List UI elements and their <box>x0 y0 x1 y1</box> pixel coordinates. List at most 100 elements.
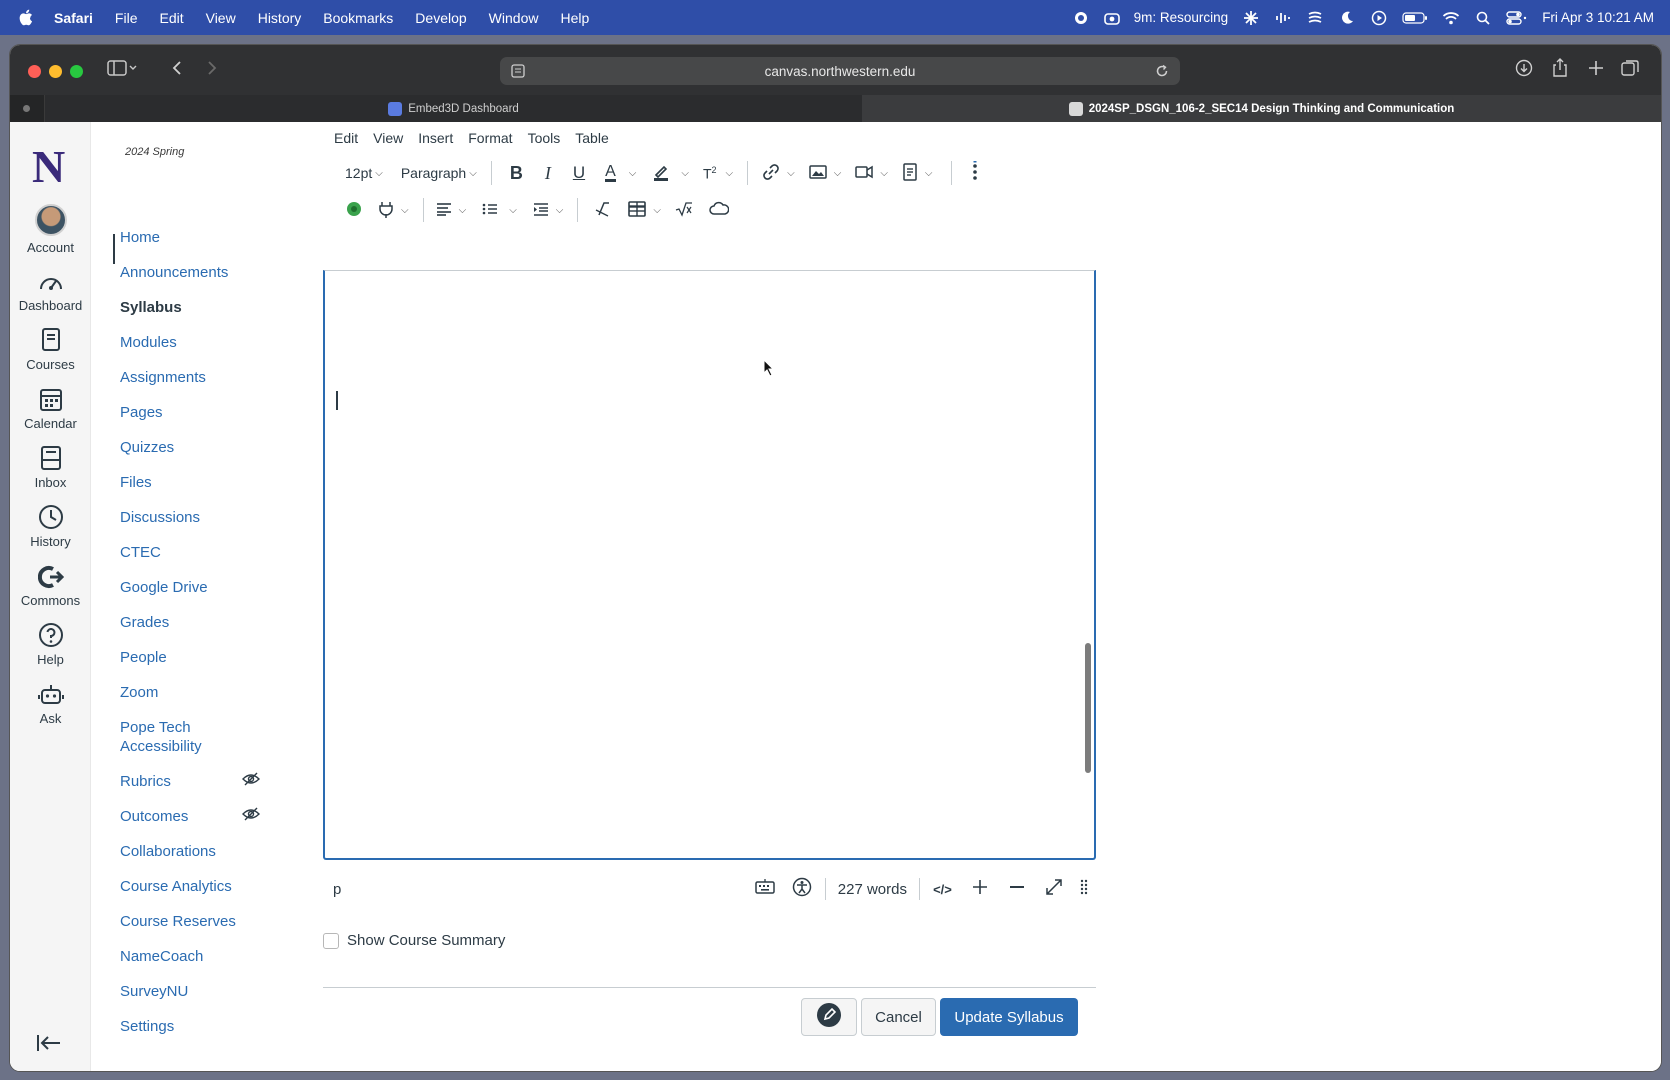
course-nav-google-drive[interactable]: Google Drive <box>120 578 208 597</box>
menu-history[interactable]: History <box>258 10 302 26</box>
tab-canvas-course[interactable]: 2024SP_DSGN_106-2_SEC14 Design Thinking … <box>862 95 1661 122</box>
global-nav-inbox[interactable]: Inbox <box>10 441 91 490</box>
editor-menu-table[interactable]: Table <box>575 130 608 146</box>
show-summary-checkbox[interactable] <box>323 932 339 949</box>
menu-view[interactable]: View <box>206 10 236 26</box>
course-nav-surveynu[interactable]: SurveyNU <box>120 982 188 1001</box>
tab-overview-button[interactable] <box>1618 58 1642 82</box>
play-circle-icon[interactable] <box>1370 9 1388 27</box>
menu-edit[interactable]: Edit <box>159 10 183 26</box>
stripes-icon[interactable] <box>1306 9 1324 27</box>
apps-button[interactable] <box>346 201 362 220</box>
course-nav-collaborations[interactable]: Collaborations <box>120 842 216 861</box>
link-button[interactable]: ⌵ <box>762 163 795 184</box>
image-button[interactable]: ⌵ <box>808 164 841 183</box>
timer-icon[interactable] <box>1103 9 1120 27</box>
minimize-window-button[interactable] <box>49 65 62 78</box>
increase-height-button[interactable] <box>961 874 998 904</box>
editor-menu-view[interactable]: View <box>373 130 403 146</box>
audio-wave-icon[interactable] <box>1274 9 1292 27</box>
course-nav-rubrics[interactable]: Rubrics <box>120 772 171 791</box>
apple-icon[interactable] <box>18 9 36 26</box>
forward-button[interactable] <box>200 58 224 82</box>
sidebar-toggle-button[interactable] <box>102 58 142 82</box>
course-nav-ctec[interactable]: CTEC <box>120 543 161 562</box>
menu-app-name[interactable]: Safari <box>54 10 93 26</box>
highlight-color-button[interactable]: ⌵ <box>652 163 689 184</box>
page-settings-icon[interactable] <box>510 63 526 82</box>
document-button[interactable]: ⌵ <box>902 162 933 184</box>
show-course-summary[interactable]: Show Course Summary <box>323 932 505 949</box>
global-nav-commons[interactable]: Commons <box>10 559 91 608</box>
focus-timer-status[interactable]: 9m: Resourcing <box>1134 10 1229 25</box>
course-nav-files[interactable]: Files <box>120 473 152 492</box>
course-nav-home[interactable]: Home <box>120 228 160 247</box>
accessibility-checker-button[interactable] <box>784 874 821 904</box>
plugins-button[interactable]: ⌵ <box>378 200 409 221</box>
editor-scrollbar[interactable] <box>1085 643 1091 773</box>
font-size-select[interactable]: 12pt ⌵ <box>345 165 383 181</box>
pen-tool-button[interactable] <box>801 998 857 1036</box>
text-color-button[interactable]: A ⌵ <box>605 164 636 182</box>
more-options-button[interactable] <box>972 160 978 186</box>
indent-button[interactable]: ⌵ <box>533 202 563 219</box>
clear-formatting-button[interactable] <box>594 201 612 220</box>
bold-icon[interactable]: B <box>510 163 523 184</box>
new-tab-button[interactable] <box>1584 58 1608 82</box>
global-nav-history[interactable]: History <box>10 500 91 549</box>
menu-help[interactable]: Help <box>560 10 589 26</box>
reload-icon[interactable] <box>1154 63 1170 82</box>
menu-window[interactable]: Window <box>489 10 539 26</box>
course-nav-discussions[interactable]: Discussions <box>120 508 200 527</box>
global-nav-account[interactable]: Account <box>10 204 91 255</box>
sparkle-icon[interactable] <box>1242 9 1260 27</box>
editor-menu-insert[interactable]: Insert <box>418 130 453 146</box>
moon-icon[interactable] <box>1338 9 1356 27</box>
global-nav-ask[interactable]: Ask <box>10 677 91 726</box>
control-center-icon[interactable] <box>1506 9 1528 27</box>
rich-content-editor-body[interactable] <box>323 270 1096 860</box>
course-nav-namecoach[interactable]: NameCoach <box>120 947 203 966</box>
close-window-button[interactable] <box>28 65 41 78</box>
table-button[interactable]: ⌵ <box>628 200 661 220</box>
course-nav-people[interactable]: People <box>120 648 167 667</box>
cancel-button[interactable]: Cancel <box>861 998 936 1036</box>
course-nav-modules[interactable]: Modules <box>120 333 177 352</box>
resize-handle[interactable] <box>1072 874 1096 904</box>
global-nav-help[interactable]: Help <box>10 618 91 667</box>
course-nav-grades[interactable]: Grades <box>120 613 169 632</box>
word-count[interactable]: 227 words <box>830 881 915 898</box>
keyboard-shortcuts-button[interactable] <box>747 874 784 904</box>
battery-icon[interactable] <box>1402 9 1428 27</box>
course-nav-assignments[interactable]: Assignments <box>120 368 206 387</box>
media-button[interactable]: ⌵ <box>855 164 888 183</box>
block-format-select[interactable]: Paragraph ⌵ <box>401 165 477 181</box>
list-button[interactable]: ⌵ <box>482 202 517 219</box>
update-syllabus-button[interactable]: Update Syllabus <box>940 998 1078 1036</box>
course-nav-pope-tech[interactable]: Pope Tech Accessibility <box>120 718 232 756</box>
course-nav-pages[interactable]: Pages <box>120 403 163 422</box>
global-nav-courses[interactable]: Courses <box>10 323 91 372</box>
align-button[interactable]: ⌵ <box>436 202 466 219</box>
course-nav-course-analytics[interactable]: Course Analytics <box>120 877 232 896</box>
tab-embed3d-dashboard[interactable]: Embed3D Dashboard <box>23 95 862 122</box>
northwestern-logo[interactable]: N <box>32 140 65 193</box>
element-path[interactable]: p <box>333 881 341 898</box>
global-nav-calendar[interactable]: Calendar <box>10 382 91 431</box>
menu-clock[interactable]: Fri Apr 3 10:21 AM <box>1542 10 1654 25</box>
italic-icon[interactable]: I <box>545 163 551 184</box>
global-nav-dashboard[interactable]: Dashboard <box>10 264 91 313</box>
superscript-button[interactable]: T2 ⌵ <box>703 165 733 182</box>
menu-bookmarks[interactable]: Bookmarks <box>323 10 393 26</box>
course-nav-course-reserves[interactable]: Course Reserves <box>120 912 236 931</box>
underline-icon[interactable]: U <box>573 163 585 183</box>
course-nav-syllabus[interactable]: Syllabus <box>120 298 182 317</box>
spotlight-search-icon[interactable] <box>1474 9 1492 27</box>
html-editor-toggle[interactable]: </> <box>924 874 961 904</box>
zoom-window-button[interactable] <box>70 65 83 78</box>
course-nav-quizzes[interactable]: Quizzes <box>120 438 174 457</box>
back-button[interactable] <box>165 58 189 82</box>
downloads-button[interactable] <box>1512 58 1536 82</box>
menu-file[interactable]: File <box>115 10 138 26</box>
collapse-nav-icon[interactable] <box>36 1034 62 1057</box>
